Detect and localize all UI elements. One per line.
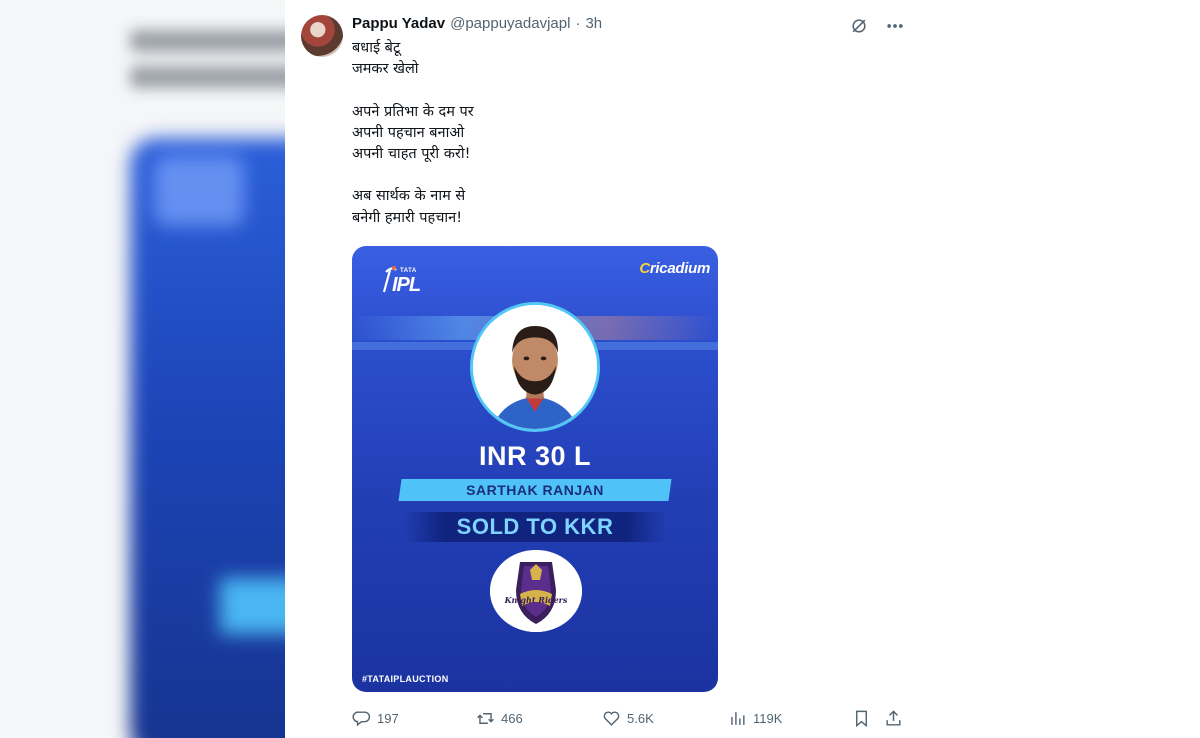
tweet-text-line (352, 165, 892, 186)
ipl-logo: TATA IPL (366, 254, 426, 296)
player-name: SARTHAK RANJAN (466, 482, 604, 498)
retweet-icon (477, 712, 494, 724)
tweet-header: Pappu Yadav @pappuyadavjapl · 3h (352, 15, 602, 35)
sold-label: SOLD TO KKR (456, 514, 614, 539)
avatar[interactable] (301, 15, 343, 57)
author-name[interactable]: Pappu Yadav (352, 15, 445, 32)
tweet-text-line: अपनी पहचान बनाओ (352, 124, 465, 141)
sponsor-logo: Cricadium (639, 260, 710, 277)
kkr-logo-text: Knight Riders (504, 595, 568, 605)
reply-icon (352, 710, 371, 726)
share-button[interactable] (884, 706, 903, 730)
views-button[interactable]: 119K (728, 706, 782, 730)
auction-hashtag: #TATAIPLAUCTION (362, 674, 449, 684)
sponsor-logo-rest: ricadium (649, 260, 710, 277)
heart-icon (603, 710, 620, 726)
retweet-button[interactable]: 466 (476, 706, 523, 730)
tweet-media-image[interactable]: TATA IPL Cricadium INR 30 L SARTHAK RANJ… (352, 246, 718, 692)
tweet-text-line: अपनी चाहत पूरी करो! (352, 146, 471, 162)
retweet-count: 466 (501, 710, 523, 726)
tweet-text-line: बनेगी हमारी पहचान! (352, 209, 463, 226)
author-handle[interactable]: @pappuyadavjapl (450, 15, 570, 32)
more-icon[interactable] (883, 14, 907, 38)
tweet-text-line (352, 80, 892, 101)
tweet-text-line: अब सार्थक के नाम से (352, 188, 466, 205)
blurred-text (130, 30, 285, 100)
bookmark-button[interactable] (852, 706, 871, 730)
separator-dot: · (575, 15, 581, 32)
ipl-brand-word: IPL (392, 274, 421, 296)
tweet-text-line: अपने प्रतिभा के दम पर (352, 103, 474, 120)
reply-count: 197 (377, 710, 399, 726)
backdrop-right (915, 0, 1200, 738)
like-button[interactable]: 5.6K (602, 706, 654, 730)
tweet-text-line: बधाई बेटू (352, 40, 401, 56)
player-portrait (470, 302, 600, 432)
share-icon (886, 709, 901, 726)
bookmark-icon (856, 710, 867, 727)
tweet-action-bar: 197 466 5.6K 119K (352, 706, 912, 730)
tweet-text-line: जमकर खेलो (352, 61, 419, 78)
blurred-card (130, 138, 285, 738)
sponsor-logo-initial: C (639, 260, 650, 277)
views-icon (731, 711, 745, 725)
tweet-text: बधाई बेटू जमकर खेलो अपने प्रतिभा के दम प… (352, 38, 892, 229)
kkr-logo: Knight Riders (490, 550, 582, 632)
like-count: 5.6K (627, 710, 654, 726)
reply-button[interactable]: 197 (352, 706, 399, 730)
tweet-top-actions (847, 14, 907, 38)
auction-price: INR 30 L (478, 441, 592, 471)
tweet: Pappu Yadav @pappuyadavjapl · 3h बधाई बे… (285, 0, 915, 738)
timestamp[interactable]: 3h (585, 15, 602, 32)
blurred-backdrop-left (0, 0, 285, 738)
views-count: 119K (753, 710, 783, 726)
grok-icon[interactable] (847, 14, 871, 38)
